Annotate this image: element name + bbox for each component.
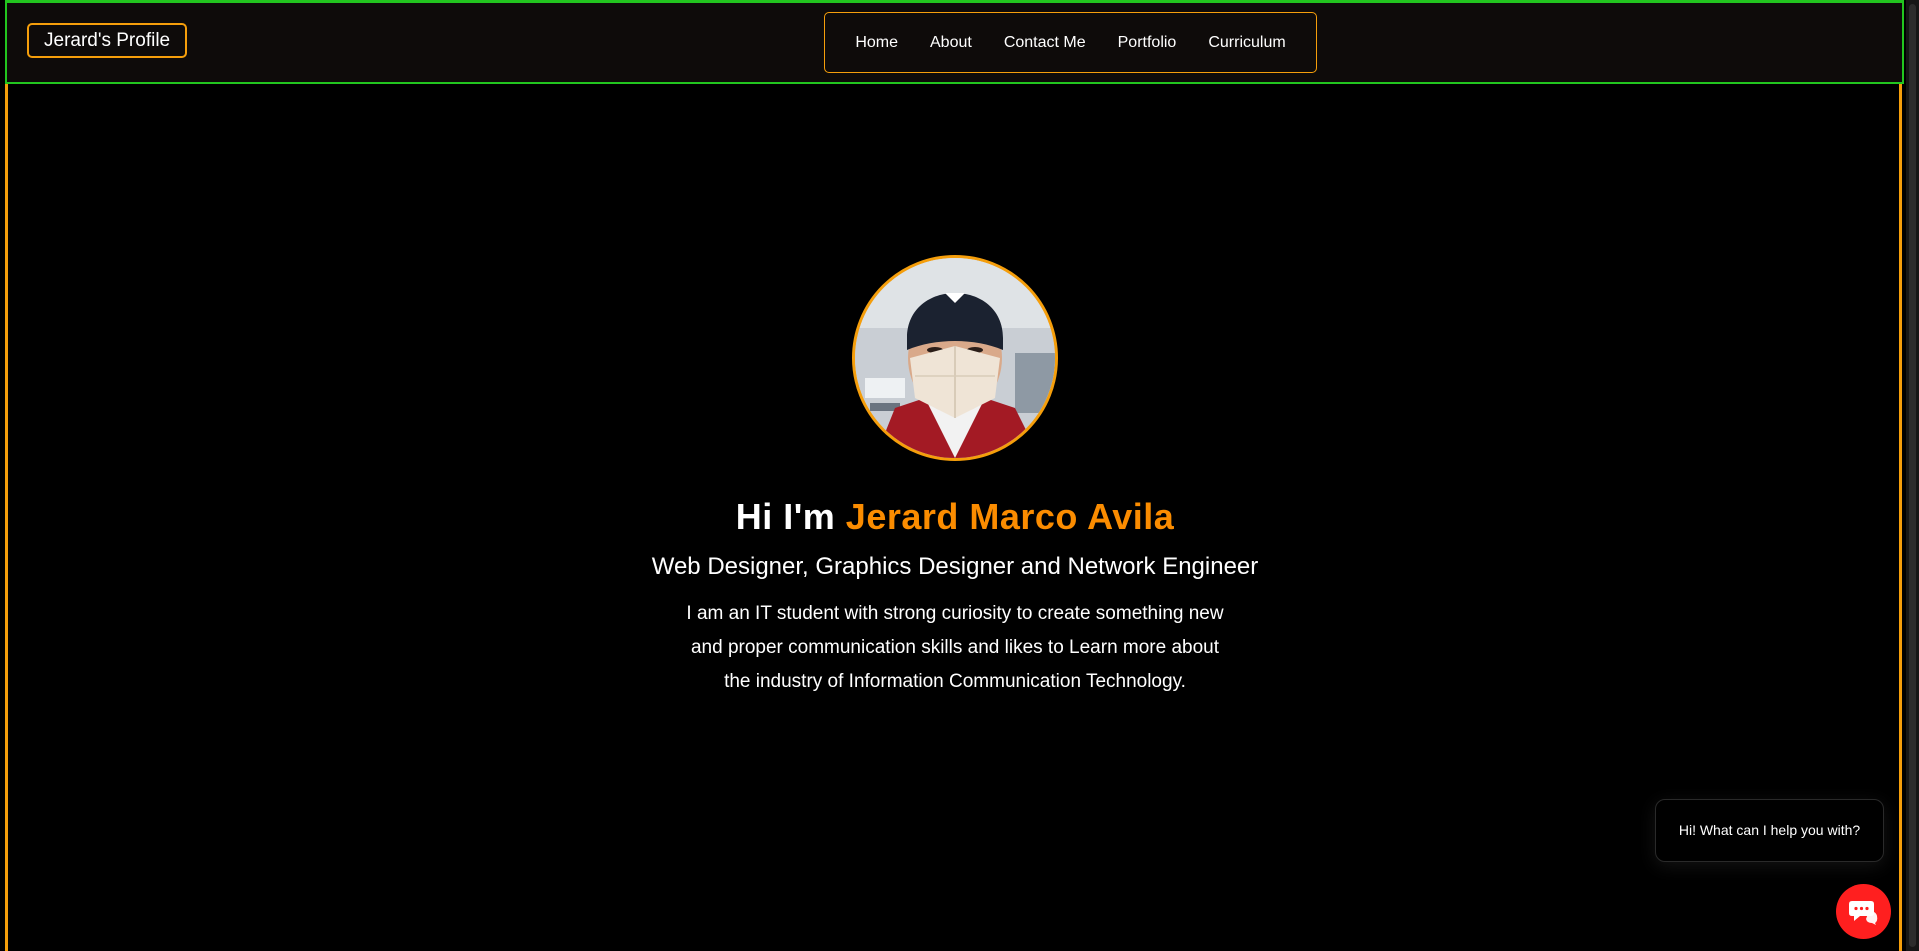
bio-line: I am an IT student with strong curiosity…: [686, 603, 1224, 624]
scrollbar-thumb[interactable]: [1909, 4, 1916, 947]
brand-button[interactable]: Jerard's Profile: [27, 23, 188, 58]
hero-subtitle: Web Designer, Graphics Designer and Netw…: [651, 553, 1259, 580]
hero-bio: I am an IT student with strong curiosity…: [655, 597, 1255, 699]
profile-photo: [852, 255, 1058, 461]
vertical-scrollbar[interactable]: [1906, 0, 1919, 951]
nav-link-home[interactable]: Home: [839, 34, 914, 52]
hero-section: Hi I'm Jerard Marco Avila Web Designer, …: [0, 255, 1910, 699]
chat-prompt-bubble[interactable]: Hi! What can I help you with?: [1655, 799, 1884, 862]
nav-link-contact[interactable]: Contact Me: [988, 34, 1102, 52]
nav-menu: Home About Contact Me Portfolio Curricul…: [824, 12, 1317, 73]
bio-line: and proper communication skills and like…: [690, 637, 1220, 658]
nav-link-portfolio[interactable]: Portfolio: [1102, 34, 1193, 52]
nav-link-curriculum[interactable]: Curriculum: [1192, 34, 1301, 52]
greeting-prefix: Hi I'm: [735, 496, 836, 537]
nav-link-about[interactable]: About: [914, 34, 988, 52]
hero-name: Jerard Marco Avila: [845, 496, 1175, 537]
navbar: Jerard's Profile Home About Contact Me P…: [5, 0, 1904, 84]
chat-icon: [1848, 900, 1877, 925]
chat-launcher-button[interactable]: [1836, 884, 1891, 939]
hero-heading: Hi I'm Jerard Marco Avila: [0, 495, 1910, 539]
bio-line: the industry of Information Communicatio…: [724, 671, 1186, 692]
profile-photo-illustration: [855, 258, 1055, 458]
page: Jerard's Profile Home About Contact Me P…: [0, 0, 1919, 951]
